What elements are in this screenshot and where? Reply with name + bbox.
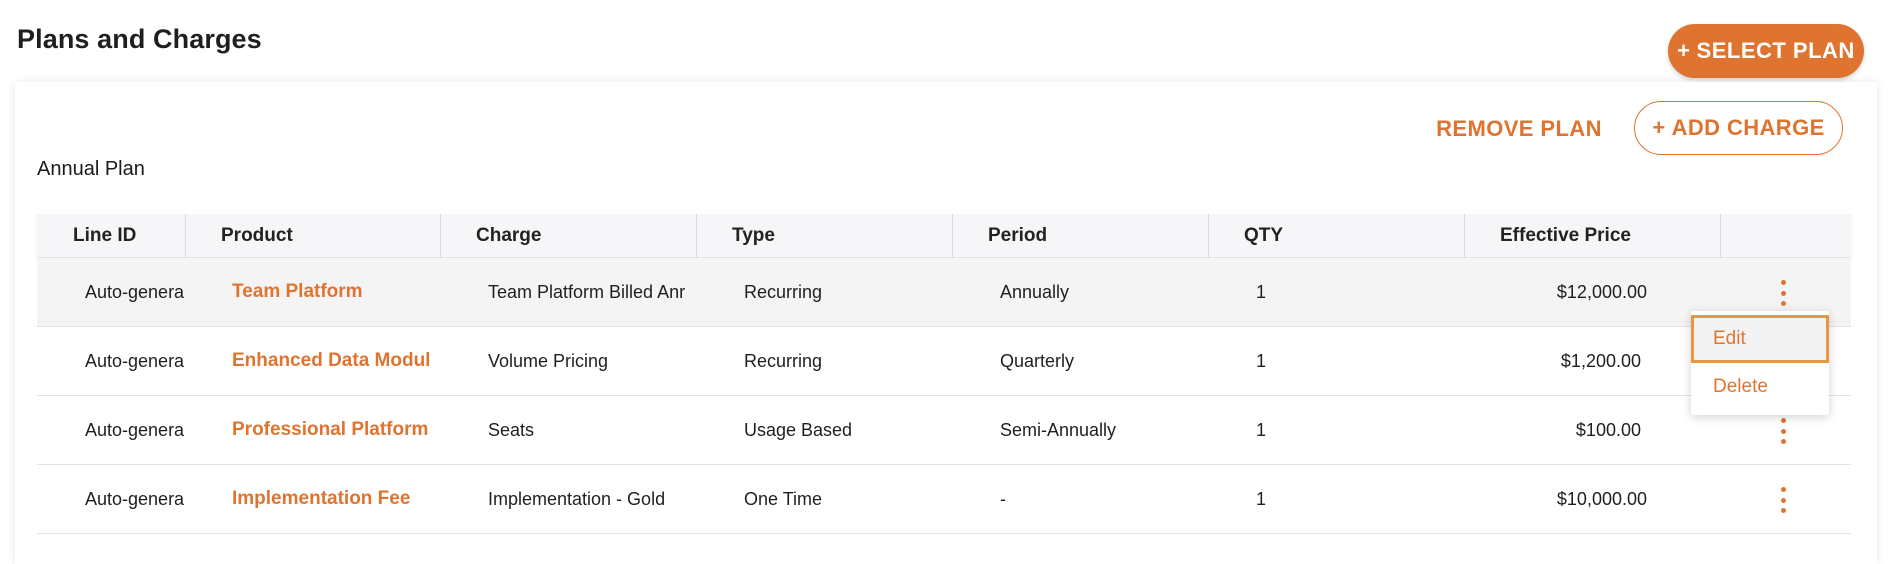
column-header-qty[interactable]: QTY	[1208, 214, 1464, 258]
period-cell: Annually	[1000, 281, 1070, 302]
charges-table: Line ID Product Charge Type Period QTY E…	[37, 214, 1851, 534]
period-cell: Quarterly	[1000, 350, 1075, 371]
product-link[interactable]: Enhanced Data Modul	[232, 327, 440, 395]
line-id-cell: Auto-genera	[85, 350, 185, 371]
add-charge-label: ADD CHARGE	[1671, 115, 1825, 140]
qty-cell: 1	[1256, 281, 1267, 302]
column-header-charge[interactable]: Charge	[440, 214, 696, 258]
price-cell: $12,000.00	[1556, 281, 1647, 302]
more-vert-icon[interactable]	[1771, 487, 1795, 513]
product-link[interactable]: Professional Platform	[232, 396, 440, 464]
column-header-type[interactable]: Type	[696, 214, 952, 258]
column-header-effective-price[interactable]: Effective Price	[1464, 214, 1720, 258]
column-divider	[1720, 214, 1721, 258]
price-cell: $100.00	[1575, 419, 1641, 440]
type-cell: Usage Based	[744, 419, 853, 440]
charge-cell: Seats	[488, 419, 535, 440]
table-row: Auto-genera Enhanced Data Modul Volume P…	[37, 327, 1851, 396]
plus-icon: +	[1677, 38, 1691, 63]
more-vert-icon[interactable]	[1771, 280, 1795, 306]
line-id-cell: Auto-genera	[85, 419, 185, 440]
menu-item-delete[interactable]: Delete	[1691, 363, 1829, 411]
qty-cell: 1	[1256, 488, 1267, 509]
type-cell: One Time	[744, 488, 823, 509]
product-link[interactable]: Implementation Fee	[232, 465, 440, 533]
price-cell: $10,000.00	[1556, 488, 1647, 509]
table-row: Auto-genera Team Platform Team Platform …	[37, 258, 1851, 327]
plan-name: Annual Plan	[37, 158, 145, 180]
line-id-cell: Auto-genera	[85, 488, 185, 509]
column-header-line-id[interactable]: Line ID	[37, 214, 185, 258]
more-vert-icon[interactable]	[1771, 418, 1795, 444]
select-plan-button[interactable]: + SELECT PLAN	[1668, 24, 1864, 78]
line-id-cell: Auto-genera	[85, 281, 185, 302]
qty-cell: 1	[1256, 419, 1267, 440]
type-cell: Recurring	[744, 350, 823, 371]
column-header-product[interactable]: Product	[185, 214, 440, 258]
table-header: Line ID Product Charge Type Period QTY E…	[37, 214, 1851, 258]
charge-cell: Implementation - Gold	[488, 488, 666, 509]
qty-cell: 1	[1256, 350, 1267, 371]
product-link[interactable]: Team Platform	[232, 258, 440, 326]
add-charge-button[interactable]: + ADD CHARGE	[1634, 101, 1843, 155]
menu-item-edit[interactable]: Edit	[1691, 315, 1829, 363]
period-cell: -	[1000, 488, 1006, 509]
page-title: Plans and Charges	[17, 24, 262, 54]
price-cell: $1,200.00	[1560, 350, 1641, 371]
table-row: Auto-genera Professional Platform Seats …	[37, 396, 1851, 465]
period-cell: Semi-Annually	[1000, 419, 1117, 440]
charge-cell: Team Platform Billed Anr	[488, 281, 686, 302]
type-cell: Recurring	[744, 281, 823, 302]
plans-and-charges-view: Plans and Charges + SELECT PLAN REMOVE P…	[0, 0, 1892, 564]
column-header-period[interactable]: Period	[952, 214, 1208, 258]
plus-icon: +	[1652, 115, 1666, 140]
charge-cell: Volume Pricing	[488, 350, 609, 371]
remove-plan-button[interactable]: REMOVE PLAN	[1419, 110, 1619, 148]
table-row: Auto-genera Implementation Fee Implement…	[37, 465, 1851, 534]
row-actions-menu: Edit Delete	[1691, 311, 1829, 415]
select-plan-label: SELECT PLAN	[1696, 38, 1855, 63]
